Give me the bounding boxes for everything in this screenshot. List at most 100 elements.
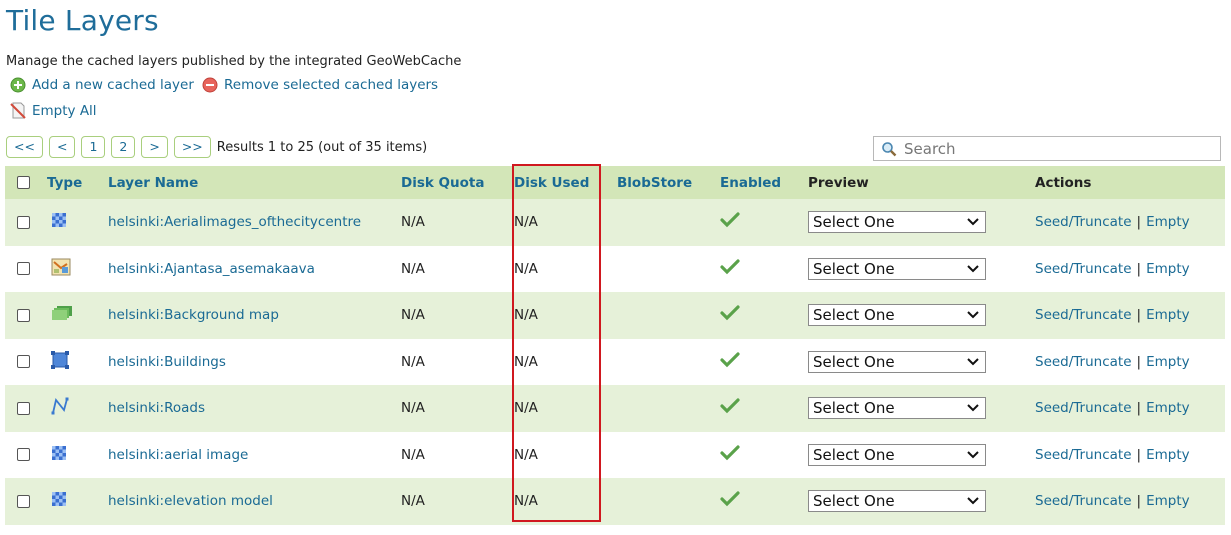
table-header-row: Type Layer Name Disk Quota Disk Used Blo… [5, 166, 1225, 199]
add-cached-layer-link[interactable]: Add a new cached layer [10, 77, 194, 93]
row-checkbox[interactable] [17, 215, 30, 229]
preview-cell: Select One [808, 245, 1035, 292]
type-cell [47, 292, 108, 339]
layer-name-cell: helsinki:Buildings [108, 338, 401, 385]
pagination: << < 1 2 > >> Results 1 to 25 (out of 35… [6, 136, 427, 158]
layer-name-link[interactable]: helsinki:Ajantasa_asemakaava [108, 261, 315, 277]
first-page-button[interactable]: << [6, 136, 43, 158]
page-title: Tile Layers [6, 4, 159, 37]
select-all-cell [5, 166, 47, 199]
col-disk-quota[interactable]: Disk Quota [401, 166, 514, 199]
col-blobstore[interactable]: BlobStore [617, 166, 720, 199]
empty-link[interactable]: Empty [1146, 354, 1190, 370]
row-checkbox[interactable] [17, 308, 30, 322]
row-checkbox[interactable] [17, 262, 30, 276]
table-row: helsinki:aerial image N/A N/A Select One See… [5, 431, 1225, 478]
last-page-button[interactable]: >> [173, 136, 211, 158]
empty-link[interactable]: Empty [1146, 493, 1190, 509]
preview-select[interactable]: Select One [808, 490, 986, 513]
empty-link[interactable]: Empty [1146, 261, 1190, 277]
layer-name-cell: helsinki:elevation model [108, 478, 401, 525]
row-checkbox[interactable] [17, 494, 30, 508]
col-enabled[interactable]: Enabled [720, 166, 808, 199]
row-checkbox[interactable] [17, 401, 30, 415]
remove-cached-layers-label: Remove selected cached layers [224, 77, 439, 93]
actions-separator: | [1136, 353, 1142, 370]
row-select-cell [5, 338, 47, 385]
prev-page-button[interactable]: < [48, 136, 76, 158]
empty-link[interactable]: Empty [1146, 214, 1190, 230]
seed-truncate-link[interactable]: Seed/Truncate [1035, 354, 1132, 370]
preview-select[interactable]: Select One [808, 397, 986, 420]
empty-link[interactable]: Empty [1146, 307, 1190, 323]
col-layer-name[interactable]: Layer Name [108, 166, 401, 199]
row-checkbox[interactable] [17, 448, 30, 462]
enabled-cell [720, 385, 808, 432]
table-row: helsinki:Roads N/A N/A Select One Seed/Trunc… [5, 385, 1225, 432]
enabled-cell [720, 245, 808, 292]
actions-cell: Seed/Truncate | Empty [1035, 431, 1225, 478]
layer-name-link[interactable]: helsinki:Background map [108, 307, 279, 323]
preview-cell: Select One [808, 199, 1035, 246]
remove-cached-layers-link[interactable]: Remove selected cached layers [202, 77, 438, 93]
page-2-button[interactable]: 2 [111, 136, 136, 158]
disk-quota-cell: N/A [401, 385, 514, 432]
row-select-cell [5, 478, 47, 525]
page-description: Manage the cached layers published by th… [6, 54, 462, 69]
blobstore-cell [617, 478, 720, 525]
layer-name-link[interactable]: helsinki:Roads [108, 400, 205, 416]
search-input[interactable] [904, 139, 1204, 158]
enabled-cell [720, 478, 808, 525]
layer-name-link[interactable]: helsinki:Buildings [108, 354, 226, 370]
seed-truncate-link[interactable]: Seed/Truncate [1035, 447, 1132, 463]
preview-select[interactable]: Select One [808, 443, 986, 466]
preview-select[interactable]: Select One [808, 304, 986, 327]
disk-quota-cell: N/A [401, 245, 514, 292]
preview-cell: Select One [808, 292, 1035, 339]
col-type[interactable]: Type [47, 166, 108, 199]
enabled-cell [720, 431, 808, 478]
preview-select[interactable]: Select One [808, 257, 986, 280]
select-all-checkbox[interactable] [17, 176, 30, 189]
add-icon [10, 77, 26, 93]
row-select-cell [5, 385, 47, 432]
search-box[interactable] [873, 136, 1221, 161]
layer-name-cell: helsinki:Background map [108, 292, 401, 339]
seed-truncate-link[interactable]: Seed/Truncate [1035, 214, 1132, 230]
empty-link[interactable]: Empty [1146, 400, 1190, 416]
row-checkbox[interactable] [17, 355, 30, 369]
layer-name-link[interactable]: helsinki:aerial image [108, 447, 248, 463]
layer-name-link[interactable]: helsinki:Aerialimages_ofthecitycentre [108, 214, 361, 230]
seed-truncate-link[interactable]: Seed/Truncate [1035, 261, 1132, 277]
seed-truncate-link[interactable]: Seed/Truncate [1035, 307, 1132, 323]
disk-used-cell: N/A [514, 431, 617, 478]
page-1-button[interactable]: 1 [81, 136, 106, 158]
layer-name-cell: helsinki:Roads [108, 385, 401, 432]
actions-cell: Seed/Truncate | Empty [1035, 245, 1225, 292]
actions-cell: Seed/Truncate | Empty [1035, 199, 1225, 246]
next-page-button[interactable]: > [141, 136, 168, 158]
chevron-down-icon [967, 404, 979, 412]
col-disk-used[interactable]: Disk Used [514, 166, 617, 199]
preview-select[interactable]: Select One [808, 211, 986, 234]
disk-used-cell: N/A [514, 199, 617, 246]
seed-truncate-link[interactable]: Seed/Truncate [1035, 493, 1132, 509]
preview-select[interactable]: Select One [808, 350, 986, 373]
blobstore-cell [617, 338, 720, 385]
polygon-icon [51, 350, 69, 373]
empty-all-link[interactable]: Empty All [10, 102, 97, 119]
actions-separator: | [1136, 307, 1142, 324]
layer-name-link[interactable]: helsinki:elevation model [108, 493, 273, 509]
type-cell [47, 245, 108, 292]
empty-link[interactable]: Empty [1146, 447, 1190, 463]
layer-name-cell: helsinki:Aerialimages_ofthecitycentre [108, 199, 401, 246]
type-cell [47, 431, 108, 478]
layer-group-icon [51, 258, 71, 280]
table-row: helsinki:Background map N/A N/A Select One S… [5, 292, 1225, 339]
preview-select-value: Select One [813, 213, 895, 232]
chevron-down-icon [967, 358, 979, 366]
blobstore-cell [617, 245, 720, 292]
enabled-check-icon [720, 352, 740, 368]
preview-select-value: Select One [813, 259, 895, 278]
seed-truncate-link[interactable]: Seed/Truncate [1035, 400, 1132, 416]
